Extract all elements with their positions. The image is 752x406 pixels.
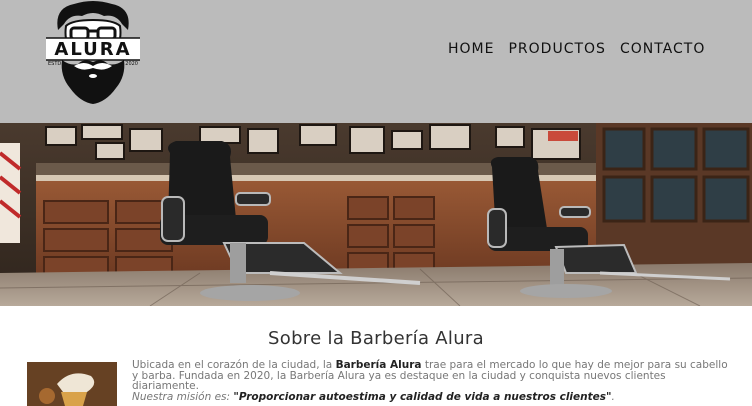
site-header: ALURA ESTD 2020 HOME PRODUCTOS CONTACTO: [0, 0, 752, 123]
about-title: Sobre la Barbería Alura: [268, 328, 484, 349]
mission-label: Nuestra misión es:: [132, 391, 234, 403]
about-paragraph: Ubicada en el corazón de la ciudad, la B…: [132, 360, 732, 392]
nav-home[interactable]: HOME: [448, 40, 494, 58]
alura-logo[interactable]: ALURA ESTD 2020: [44, 0, 142, 106]
mission-statement: Nuestra misión es: "Proporcionar autoest…: [132, 391, 732, 403]
about-section: Sobre la Barbería Alura Ubicada en el co…: [0, 306, 752, 406]
hero-banner-image: [0, 123, 752, 306]
nav-productos[interactable]: PRODUCTOS: [508, 40, 605, 58]
logo-estd: ESTD: [48, 61, 62, 67]
barbershop-interior-image: [0, 123, 752, 306]
nav-contacto[interactable]: CONTACTO: [620, 40, 705, 58]
logo-year: 2020: [125, 61, 138, 67]
mission-quote: "Proporcionar autoestima y calidad de vi…: [233, 391, 612, 403]
main-nav: HOME PRODUCTOS CONTACTO: [448, 40, 705, 58]
mission-end: .: [611, 391, 615, 403]
shaving-brush-image: [27, 362, 117, 406]
logo-brand-text: ALURA: [54, 39, 132, 60]
